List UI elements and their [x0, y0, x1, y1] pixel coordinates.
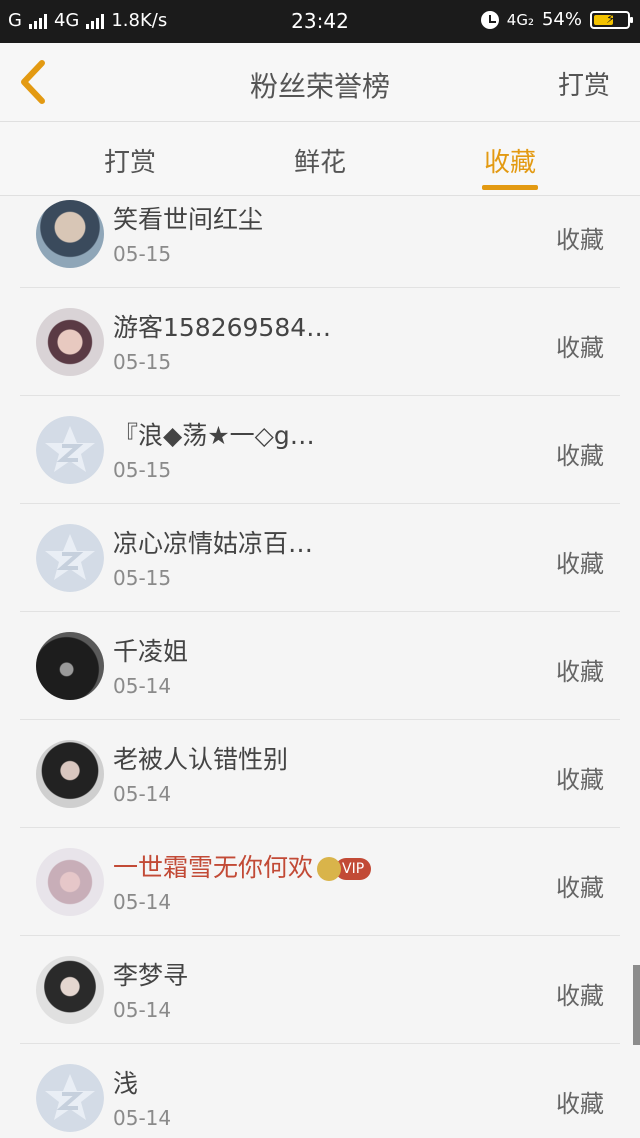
- list-item[interactable]: 笑看世间红尘 05-15 收藏: [0, 196, 640, 288]
- item-action: 收藏: [556, 442, 604, 470]
- item-date: 05-14: [113, 998, 172, 1022]
- item-date: 05-14: [113, 782, 172, 806]
- list-item[interactable]: 浅 05-14 收藏: [0, 1044, 640, 1138]
- page-title: 粉丝荣誉榜: [249, 70, 390, 103]
- list-item[interactable]: 凉心凉情姑凉百… 05-15 收藏: [0, 504, 640, 612]
- item-action: 收藏: [556, 874, 604, 902]
- item-action: 收藏: [556, 766, 604, 794]
- default-avatar-icon[interactable]: [36, 416, 104, 484]
- reward-button[interactable]: 打赏: [558, 65, 610, 102]
- item-action: 收藏: [556, 334, 604, 362]
- user-name: 游客158269584…: [113, 313, 332, 342]
- tab-bar: 打赏 鲜花 收藏: [0, 122, 640, 196]
- tab-favorites[interactable]: 收藏: [450, 142, 570, 179]
- list-item[interactable]: 一世霜雪无你何欢 VIP 05-14 收藏: [0, 828, 640, 936]
- default-avatar-icon[interactable]: [36, 1064, 104, 1132]
- user-name: 『浪◆荡★一◇g…: [113, 421, 315, 450]
- battery-percent: 54%: [541, 9, 582, 30]
- item-date: 05-15: [113, 458, 172, 482]
- avatar[interactable]: [36, 308, 104, 376]
- item-date: 05-14: [113, 674, 172, 698]
- alarm-icon: [480, 10, 499, 29]
- avatar[interactable]: [36, 956, 104, 1024]
- user-name: 凉心凉情姑凉百…: [113, 529, 314, 558]
- user-name: 笑看世间红尘: [113, 205, 264, 234]
- list-item[interactable]: 李梦寻 05-14 收藏: [0, 936, 640, 1044]
- avatar[interactable]: [36, 848, 104, 916]
- item-date: 05-15: [113, 566, 172, 590]
- user-name: 一世霜雪无你何欢: [113, 853, 314, 882]
- item-action: 收藏: [556, 550, 604, 578]
- item-date: 05-14: [113, 890, 172, 914]
- user-name: 老被人认错性别: [113, 745, 289, 774]
- nav-bar: 粉丝荣誉榜 打赏: [0, 43, 640, 122]
- default-avatar-icon[interactable]: [36, 524, 104, 592]
- crown-icon: [317, 857, 342, 881]
- scrollbar[interactable]: [633, 965, 640, 1045]
- item-action: 收藏: [556, 226, 604, 254]
- tab-reward[interactable]: 打赏: [70, 142, 190, 179]
- item-date: 05-15: [113, 242, 172, 266]
- user-name: 浅: [113, 1069, 139, 1098]
- list-item[interactable]: 千凌姐 05-14 收藏: [0, 612, 640, 720]
- battery-icon: ⚡: [590, 10, 633, 29]
- avatar[interactable]: [36, 200, 104, 268]
- item-action: 收藏: [556, 1090, 604, 1118]
- item-action: 收藏: [556, 982, 604, 1010]
- item-action: 收藏: [556, 658, 604, 686]
- list-item[interactable]: 『浪◆荡★一◇g… 05-15 收藏: [0, 396, 640, 504]
- item-date: 05-15: [113, 350, 172, 374]
- status-bar: G 4G 1.8K/s 23:42 4G₂ 54% ⚡: [0, 0, 640, 43]
- network2-label: 4G₂: [506, 10, 534, 29]
- user-name: 千凌姐: [113, 637, 189, 666]
- avatar[interactable]: [36, 632, 104, 700]
- tab-flowers[interactable]: 鲜花: [260, 142, 380, 179]
- active-tab-indicator: [482, 185, 538, 190]
- list-item[interactable]: 老被人认错性别 05-14 收藏: [0, 720, 640, 828]
- list-item[interactable]: 游客158269584… 05-15 收藏: [0, 288, 640, 396]
- fan-list[interactable]: 笑看世间红尘 05-15 收藏 游客158269584… 05-15 收藏 『浪…: [0, 196, 640, 1138]
- avatar[interactable]: [36, 740, 104, 808]
- user-name-vip: 一世霜雪无你何欢 VIP: [113, 848, 372, 884]
- status-right: 4G₂ 54% ⚡: [480, 9, 633, 30]
- item-date: 05-14: [113, 1106, 172, 1130]
- user-name: 李梦寻: [113, 961, 189, 990]
